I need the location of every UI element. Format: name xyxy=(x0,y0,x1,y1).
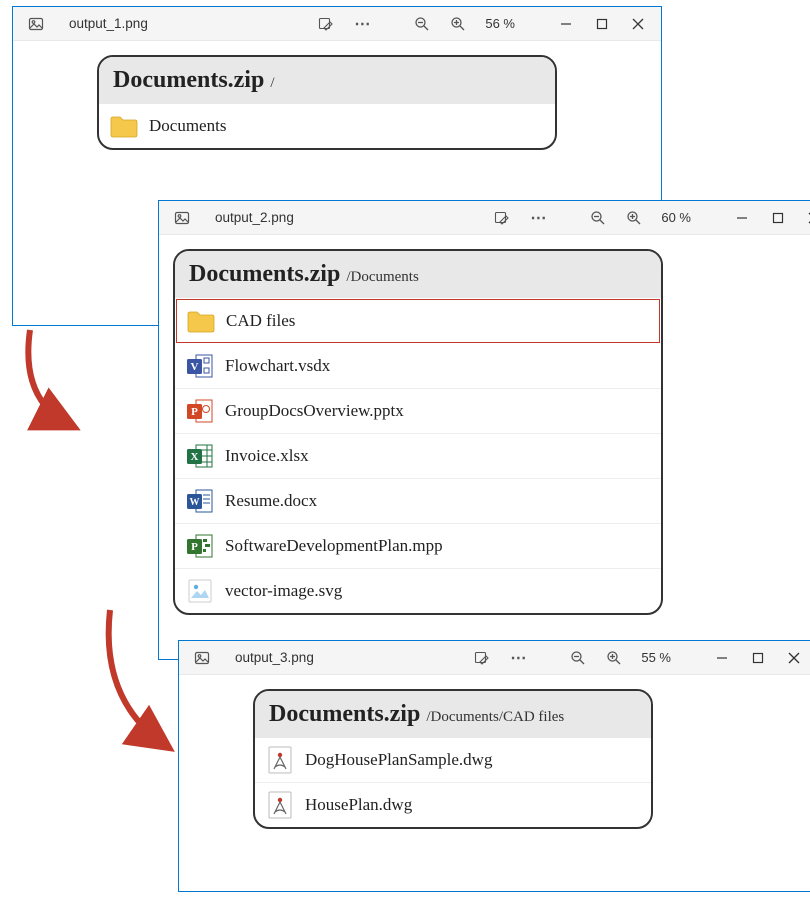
zoom-level: 56 % xyxy=(479,16,521,31)
viewer-window-2: output_2.png ⋯ 60 % Documents.zip /Docum… xyxy=(158,200,810,660)
file-row[interactable]: X Invoice.xlsx xyxy=(175,434,661,479)
file-row[interactable]: W Resume.docx xyxy=(175,479,661,524)
svg-text:V: V xyxy=(191,361,199,373)
svg-text:X: X xyxy=(191,451,199,463)
photo-icon xyxy=(167,204,197,232)
minimize-button[interactable] xyxy=(707,644,737,672)
pptx-icon: P xyxy=(185,396,215,426)
file-row[interactable]: P GroupDocsOverview.pptx xyxy=(175,389,661,434)
archive-name: Documents.zip xyxy=(269,701,420,728)
edit-image-icon[interactable] xyxy=(311,10,341,38)
window-filename: output_2.png xyxy=(203,210,306,225)
archive-panel: Documents.zip /Documents CAD files V Flowc… xyxy=(173,249,663,615)
minimize-button[interactable] xyxy=(551,10,581,38)
minimize-button[interactable] xyxy=(727,204,757,232)
folder-icon xyxy=(186,306,216,336)
file-name: GroupDocsOverview.pptx xyxy=(225,401,404,421)
dwg-icon xyxy=(265,790,295,820)
archive-path: /Documents xyxy=(346,269,419,286)
archive-path: /Documents/CAD files xyxy=(426,709,564,726)
archive-name: Documents.zip xyxy=(113,67,264,94)
zoom-in-icon[interactable] xyxy=(619,204,649,232)
maximize-button[interactable] xyxy=(763,204,793,232)
file-name: Documents xyxy=(149,116,226,136)
file-name: CAD files xyxy=(226,311,295,331)
archive-header: Documents.zip /Documents/CAD files xyxy=(255,691,651,738)
folder-row[interactable]: CAD files xyxy=(176,299,660,343)
zoom-level: 55 % xyxy=(635,650,677,665)
file-row[interactable]: V Flowchart.vsdx xyxy=(175,344,661,389)
titlebar: output_3.png ⋯ 55 % xyxy=(179,641,810,675)
titlebar: output_2.png ⋯ 60 % xyxy=(159,201,810,235)
more-icon[interactable]: ⋯ xyxy=(503,644,533,672)
mpp-icon: P xyxy=(185,531,215,561)
maximize-button[interactable] xyxy=(743,644,773,672)
svg-text:W: W xyxy=(190,497,200,508)
svg-text:P: P xyxy=(191,541,198,553)
maximize-button[interactable] xyxy=(587,10,617,38)
folder-icon xyxy=(109,111,139,141)
photo-icon xyxy=(21,10,51,38)
more-icon[interactable]: ⋯ xyxy=(523,204,553,232)
close-button[interactable] xyxy=(623,10,653,38)
zoom-out-icon[interactable] xyxy=(563,644,593,672)
archive-panel: Documents.zip / Documents xyxy=(97,55,557,150)
file-row[interactable]: HousePlan.dwg xyxy=(255,783,651,827)
close-button[interactable] xyxy=(799,204,810,232)
window-filename: output_3.png xyxy=(223,650,326,665)
file-name: DogHousePlanSample.dwg xyxy=(305,750,492,770)
more-icon[interactable]: ⋯ xyxy=(347,10,377,38)
visio-icon: V xyxy=(185,351,215,381)
archive-name: Documents.zip xyxy=(189,261,340,288)
file-name: Flowchart.vsdx xyxy=(225,356,330,376)
dwg-icon xyxy=(265,745,295,775)
file-row[interactable]: DogHousePlanSample.dwg xyxy=(255,738,651,783)
viewer-window-3: output_3.png ⋯ 55 % Documents.zip /Docum… xyxy=(178,640,810,892)
file-row[interactable]: P SoftwareDevelopmentPlan.mpp xyxy=(175,524,661,569)
file-row[interactable]: vector-image.svg xyxy=(175,569,661,613)
xlsx-icon: X xyxy=(185,441,215,471)
file-name: SoftwareDevelopmentPlan.mpp xyxy=(225,536,443,556)
file-name: HousePlan.dwg xyxy=(305,795,412,815)
zoom-in-icon[interactable] xyxy=(599,644,629,672)
close-button[interactable] xyxy=(779,644,809,672)
zoom-out-icon[interactable] xyxy=(407,10,437,38)
archive-path: / xyxy=(270,75,274,92)
docx-icon: W xyxy=(185,486,215,516)
archive-header: Documents.zip /Documents xyxy=(175,251,661,298)
window-filename: output_1.png xyxy=(57,16,160,31)
archive-panel: Documents.zip /Documents/CAD files DogHo… xyxy=(253,689,653,829)
svg-icon xyxy=(185,576,215,606)
zoom-in-icon[interactable] xyxy=(443,10,473,38)
file-name: vector-image.svg xyxy=(225,581,342,601)
edit-image-icon[interactable] xyxy=(487,204,517,232)
file-name: Resume.docx xyxy=(225,491,317,511)
edit-image-icon[interactable] xyxy=(467,644,497,672)
svg-text:P: P xyxy=(191,406,198,418)
photo-icon xyxy=(187,644,217,672)
arrow-connector-1 xyxy=(0,320,170,440)
folder-row[interactable]: Documents xyxy=(99,104,555,148)
zoom-level: 60 % xyxy=(655,210,697,225)
zoom-out-icon[interactable] xyxy=(583,204,613,232)
titlebar: output_1.png ⋯ 56 % xyxy=(13,7,661,41)
archive-header: Documents.zip / xyxy=(99,57,555,104)
file-name: Invoice.xlsx xyxy=(225,446,309,466)
